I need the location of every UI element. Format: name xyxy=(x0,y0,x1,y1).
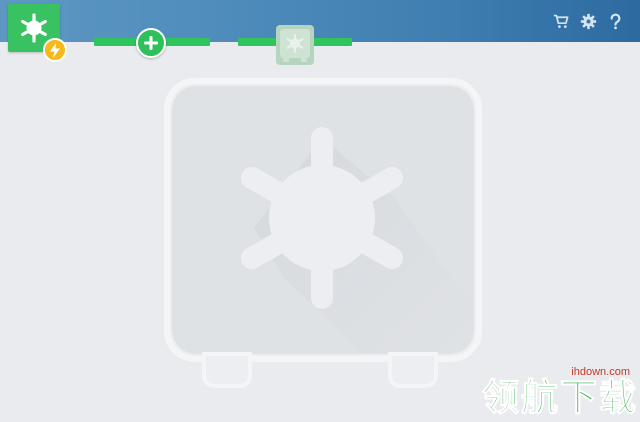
header-actions xyxy=(553,13,624,30)
boost-badge xyxy=(43,38,67,62)
cart-icon[interactable] xyxy=(553,13,570,30)
safe-step-button[interactable] xyxy=(276,25,314,65)
safe-wheel-icon xyxy=(21,13,47,43)
safe-icon xyxy=(280,29,310,62)
help-icon[interactable] xyxy=(607,13,624,30)
gear-icon[interactable] xyxy=(580,13,597,30)
plus-icon xyxy=(144,36,158,50)
app-logo[interactable] xyxy=(8,4,67,62)
title-bar xyxy=(0,0,640,42)
watermark-text: 领航下载 xyxy=(482,376,638,419)
safe-icon xyxy=(164,78,482,388)
add-button[interactable] xyxy=(136,28,166,58)
lightning-icon xyxy=(50,43,60,58)
